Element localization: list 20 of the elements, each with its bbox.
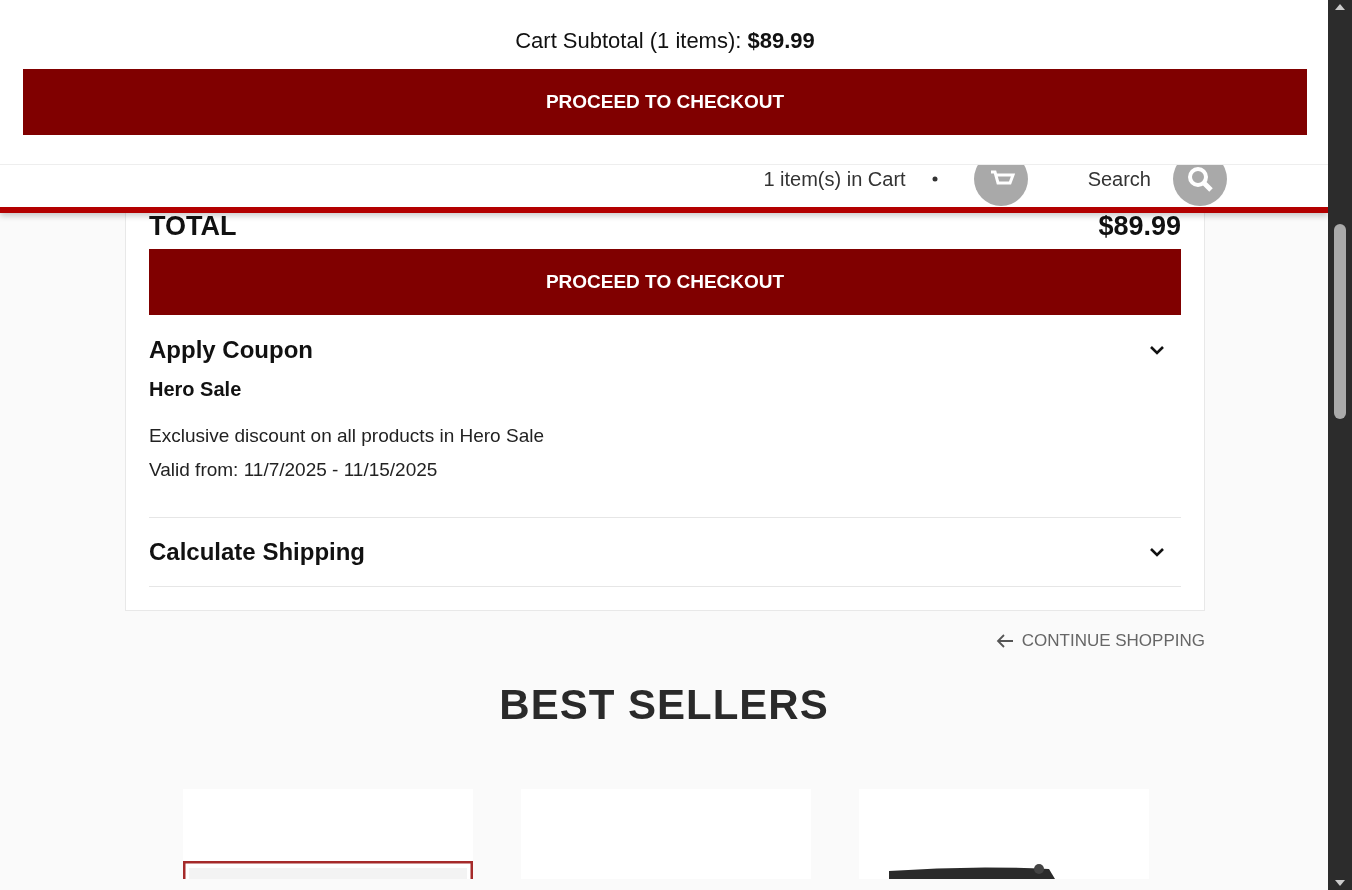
coupon-validity: Valid from: 11/7/2025 - 11/15/2025	[149, 458, 439, 482]
scroll-thumb[interactable]	[1334, 224, 1346, 419]
total-value: $89.99	[1098, 213, 1181, 242]
coupon-name: Hero Sale	[149, 378, 243, 401]
coupon-description: Exclusive discount on all products in Hero Sale	[149, 424, 545, 448]
dot-icon	[931, 176, 938, 182]
product-card[interactable]	[859, 789, 1149, 879]
section-heading: BEST SELLERS	[498, 681, 830, 729]
search-link[interactable]: Search	[1087, 168, 1151, 190]
scrollbar[interactable]	[1328, 0, 1352, 890]
checkout-button[interactable]: PROCEED TO CHECKOUT	[149, 249, 1181, 315]
cart-subtotal: Cart Subtotal (1 items): $89.99	[514, 27, 816, 55]
checkout-button[interactable]: PROCEED TO CHECKOUT	[23, 69, 1307, 135]
cart-count-link[interactable]: 1 item(s) in Cart	[763, 168, 906, 190]
continue-shopping-link[interactable]: CONTINUE SHOPPING	[995, 631, 1205, 651]
accordion-header[interactable]: Apply Coupon	[149, 322, 1181, 378]
product-card[interactable]	[183, 789, 473, 879]
arrow-left-icon	[995, 634, 1014, 648]
accordion-header[interactable]: Calculate Shipping	[149, 518, 1181, 586]
total-label: TOTAL	[149, 213, 237, 242]
